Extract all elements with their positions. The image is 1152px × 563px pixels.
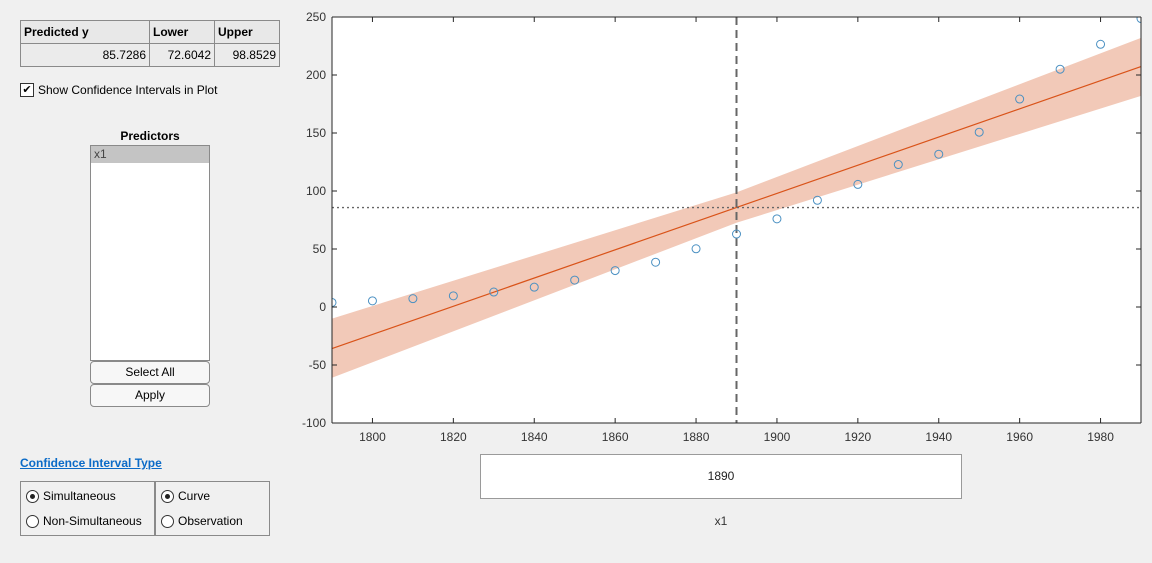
simultaneous-radio-group: Simultaneous Non-Simultaneous	[20, 481, 155, 536]
radio-unselected-icon[interactable]	[26, 514, 39, 528]
x-tick-label: 1860	[602, 430, 629, 444]
y-tick-label: 0	[319, 300, 326, 314]
radio-observation-label: Observation	[178, 514, 243, 528]
radio-non-simultaneous-label: Non-Simultaneous	[43, 514, 142, 528]
y-tick-label: 50	[313, 242, 327, 256]
y-tick-label: 200	[306, 68, 326, 82]
x-tick-label: 1980	[1087, 430, 1114, 444]
y-tick-label: -100	[302, 416, 326, 430]
prediction-plot[interactable]: 1800 1820 1840 1860 1880 1900 1920 1940 1960 1980…	[0, 0, 1152, 450]
radio-selected-icon[interactable]	[26, 489, 39, 503]
radio-simultaneous[interactable]: Simultaneous	[26, 489, 116, 503]
x-tick-label: 1940	[925, 430, 952, 444]
y-tick-label: 100	[306, 184, 326, 198]
x-tick-label: 1800	[359, 430, 386, 444]
x1-axis-label: x1	[714, 514, 728, 528]
x-tick-label: 1820	[440, 430, 467, 444]
x-tick-label: 1840	[521, 430, 548, 444]
curve-radio-group: Curve Observation	[155, 481, 270, 536]
radio-curve[interactable]: Curve	[161, 489, 210, 503]
x-tick-label: 1880	[683, 430, 710, 444]
y-tick-label: -50	[309, 358, 327, 372]
y-tick-label: 150	[306, 126, 326, 140]
x-tick-label: 1920	[844, 430, 871, 444]
radio-curve-label: Curve	[178, 489, 211, 503]
x1-value-input[interactable]: 1890	[480, 454, 962, 499]
x-tick-label: 1900	[764, 430, 791, 444]
radio-selected-icon[interactable]	[161, 489, 174, 503]
radio-non-simultaneous[interactable]: Non-Simultaneous	[26, 514, 142, 528]
x-tick-label: 1960	[1006, 430, 1033, 444]
radio-observation[interactable]: Observation	[161, 514, 243, 528]
y-tick-label: 250	[306, 10, 326, 24]
radio-unselected-icon[interactable]	[161, 514, 174, 528]
ci-type-link[interactable]: Confidence Interval Type	[20, 456, 162, 470]
radio-simultaneous-label: Simultaneous	[43, 489, 116, 503]
